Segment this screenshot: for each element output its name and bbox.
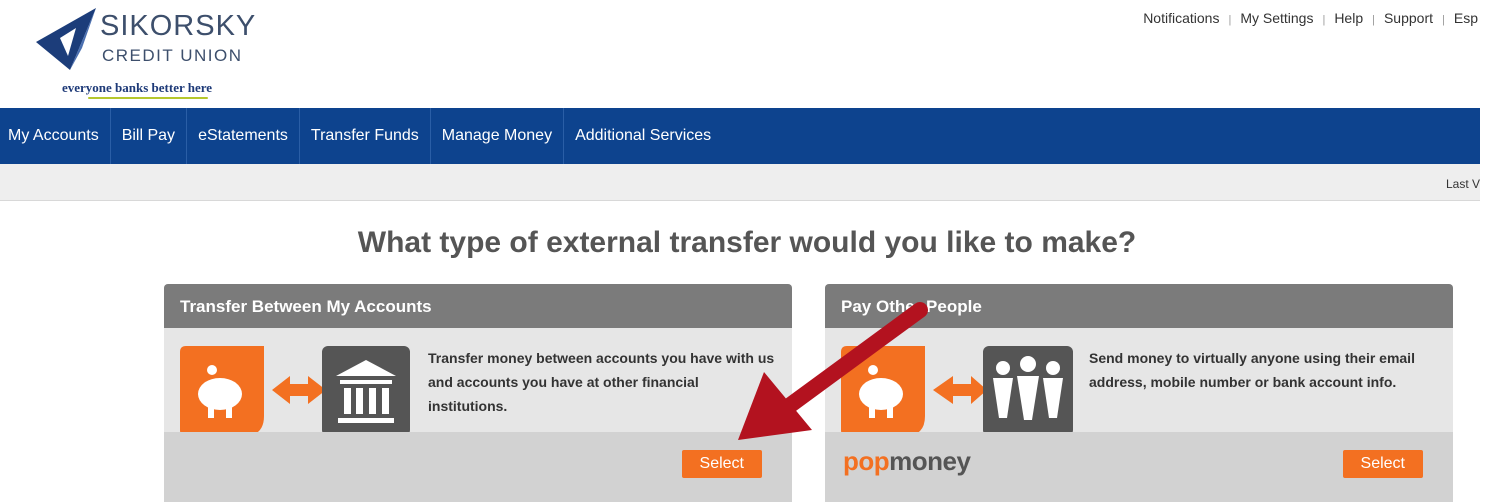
utility-links: Notifications | My Settings | Help | Support | E…: [1143, 10, 1478, 26]
nav-additional-services[interactable]: Additional Services: [564, 108, 722, 164]
nav-estatements[interactable]: eStatements: [187, 108, 300, 164]
espanol-link[interactable]: Esp: [1454, 10, 1478, 26]
nav-transfer-funds[interactable]: Transfer Funds: [300, 108, 431, 164]
card-footer: Select: [164, 432, 792, 502]
link-separator: |: [1228, 14, 1232, 26]
notifications-link[interactable]: Notifications: [1143, 10, 1219, 26]
card-title: Pay Other People: [825, 284, 1453, 328]
card-description: Transfer money between accounts you have…: [428, 350, 775, 414]
logo-swoosh: [88, 97, 208, 99]
nav-bill-pay[interactable]: Bill Pay: [111, 108, 188, 164]
support-link[interactable]: Support: [1384, 10, 1433, 26]
card-title: Transfer Between My Accounts: [164, 284, 792, 328]
help-link[interactable]: Help: [1334, 10, 1363, 26]
logo-name: SIKORSKY: [100, 10, 257, 42]
main-nav: My Accounts Bill Pay eStatements Transfe…: [0, 108, 1480, 164]
link-separator: |: [1372, 14, 1375, 26]
nav-my-accounts[interactable]: My Accounts: [0, 108, 111, 164]
card-body: Transfer money between accounts you have…: [164, 328, 792, 436]
popmoney-logo: popmoney: [843, 446, 971, 476]
select-pay-other-people-button[interactable]: Select: [1342, 450, 1423, 478]
link-separator: |: [1442, 14, 1445, 26]
nav-manage-money[interactable]: Manage Money: [431, 108, 565, 164]
piggy-bank-to-people-icon: [841, 346, 1073, 436]
sikorsky-logo[interactable]: SIKORSKY CREDIT UNION everyone banks bet…: [30, 4, 270, 100]
pay-other-people-card: Pay Other People Send money to virtually…: [825, 284, 1453, 502]
card-footer: popmoney Select: [825, 432, 1453, 502]
my-settings-link[interactable]: My Settings: [1240, 10, 1313, 26]
piggy-bank-to-bank-icon: [180, 346, 410, 436]
logo-subtitle: CREDIT UNION: [102, 46, 243, 65]
select-transfer-between-accounts-button[interactable]: Select: [681, 450, 762, 478]
last-visit-text: Last V: [1445, 177, 1480, 191]
card-body: Send money to virtually anyone using the…: [825, 328, 1453, 436]
page-title: What type of external transfer would you…: [357, 226, 1137, 259]
logo-mark-icon: [36, 8, 96, 70]
transfer-between-accounts-card: Transfer Between My Accounts Transfer mo…: [164, 284, 792, 502]
card-description: Send money to virtually anyone using the…: [1089, 350, 1415, 390]
info-bar: Last V: [0, 164, 1480, 201]
logo-tagline: everyone banks better here: [62, 80, 213, 95]
link-separator: |: [1322, 14, 1326, 26]
